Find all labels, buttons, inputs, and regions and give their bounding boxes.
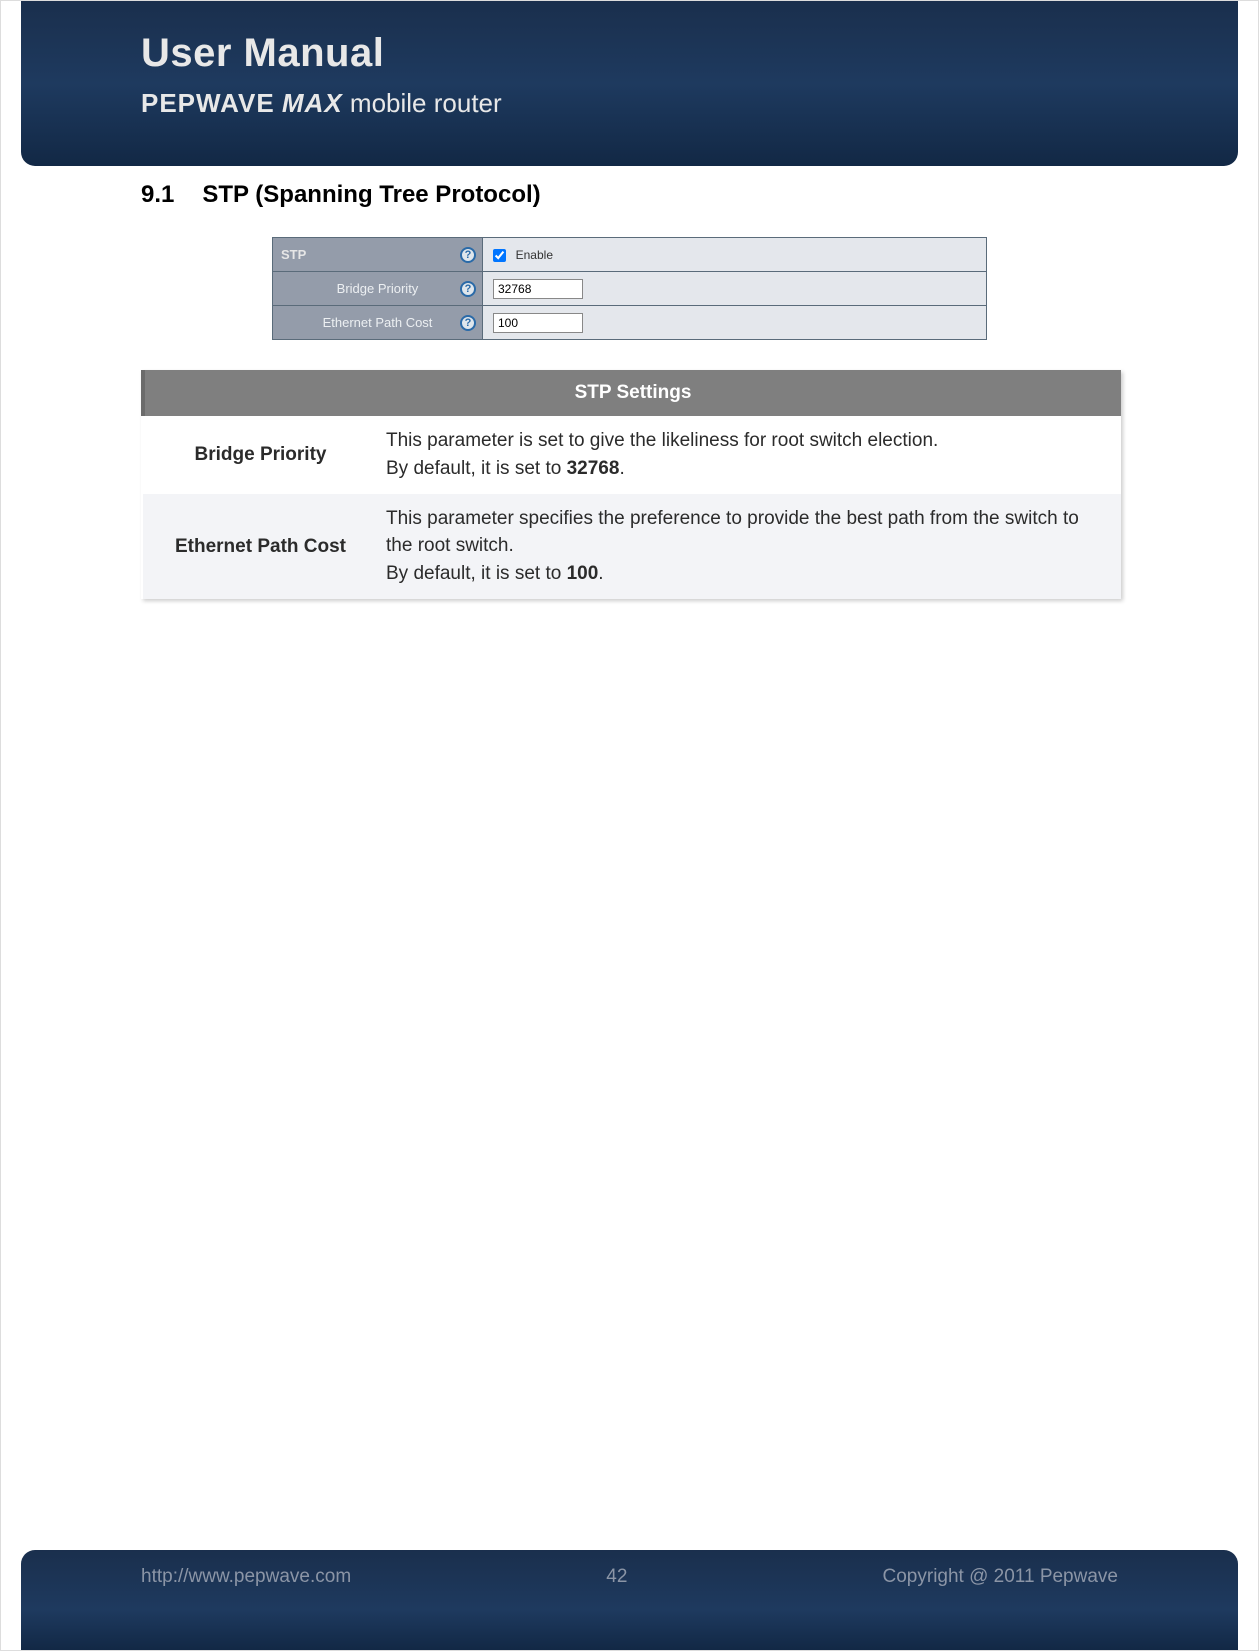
help-icon[interactable]: ? <box>460 315 476 331</box>
config-row-stp: STP ? Enable <box>273 238 987 272</box>
page-footer: http://www.pepwave.com 42 Copyright @ 20… <box>21 1550 1238 1650</box>
document-page: User Manual PEPWAVE MAX mobile router 9.… <box>0 0 1259 1651</box>
help-icon[interactable]: ? <box>460 281 476 297</box>
param-desc-bridge-priority: This parameter is set to give the likeli… <box>378 416 1121 494</box>
config-value-stp: Enable <box>483 238 987 272</box>
bridge-priority-input[interactable] <box>493 279 583 299</box>
config-value-ethernet-path-cost <box>483 306 987 340</box>
stp-enable-checkbox[interactable] <box>493 249 506 262</box>
config-row-bridge-priority: Bridge Priority ? <box>273 272 987 306</box>
config-label-text: STP <box>281 247 306 262</box>
stp-settings-table: STP Settings Bridge Priority This parame… <box>141 370 1121 599</box>
page-header: User Manual PEPWAVE MAX mobile router <box>21 1 1238 166</box>
config-label-stp: STP ? <box>273 238 483 272</box>
stp-config-table: STP ? Enable Bridge Priority ? <box>272 237 987 340</box>
settings-row-ethernet-path-cost: Ethernet Path Cost This parameter specif… <box>143 494 1121 599</box>
config-label-bridge-priority: Bridge Priority ? <box>273 272 483 306</box>
footer-url: http://www.pepwave.com <box>141 1566 351 1588</box>
settings-header-row: STP Settings <box>143 370 1121 416</box>
param-name-bridge-priority: Bridge Priority <box>143 416 378 494</box>
param-desc-text: This parameter is set to give the likeli… <box>386 430 938 451</box>
config-label-text: Ethernet Path Cost <box>323 315 433 330</box>
page-content: 9.1 STP (Spanning Tree Protocol) STP ? En… <box>141 181 1118 599</box>
default-suffix: . <box>619 458 624 479</box>
config-label-text: Bridge Priority <box>337 281 419 296</box>
footer-page-number: 42 <box>606 1566 627 1588</box>
header-subtitle: PEPWAVE MAX mobile router <box>141 88 1238 119</box>
ethernet-path-cost-input[interactable] <box>493 313 583 333</box>
section-title: STP (Spanning Tree Protocol) <box>202 181 540 208</box>
stp-enable-label: Enable <box>516 248 553 262</box>
section-number: 9.1 <box>141 181 174 209</box>
footer-inner: http://www.pepwave.com 42 Copyright @ 20… <box>21 1550 1238 1604</box>
config-value-bridge-priority <box>483 272 987 306</box>
param-desc-ethernet-path-cost: This parameter specifies the preference … <box>378 494 1121 599</box>
param-name-ethernet-path-cost: Ethernet Path Cost <box>143 494 378 599</box>
param-default-line: By default, it is set to 100. <box>386 561 1103 587</box>
param-desc-text: This parameter specifies the preference … <box>386 508 1079 555</box>
default-value: 32768 <box>567 458 620 479</box>
section-heading: 9.1 STP (Spanning Tree Protocol) <box>141 181 1118 209</box>
settings-row-bridge-priority: Bridge Priority This parameter is set to… <box>143 416 1121 494</box>
default-prefix: By default, it is set to <box>386 563 567 584</box>
config-row-ethernet-path-cost: Ethernet Path Cost ? <box>273 306 987 340</box>
model-name: MAX <box>282 88 343 118</box>
settings-header-cell: STP Settings <box>143 370 1121 416</box>
brand-name: PEPWAVE <box>141 88 275 118</box>
config-label-ethernet-path-cost: Ethernet Path Cost ? <box>273 306 483 340</box>
help-icon[interactable]: ? <box>460 247 476 263</box>
default-suffix: . <box>598 563 603 584</box>
header-title: User Manual <box>141 31 1238 76</box>
default-prefix: By default, it is set to <box>386 458 567 479</box>
default-value: 100 <box>567 563 599 584</box>
product-type: mobile router <box>350 88 502 118</box>
param-default-line: By default, it is set to 32768. <box>386 456 1103 482</box>
footer-copyright: Copyright @ 2011 Pepwave <box>883 1566 1118 1588</box>
